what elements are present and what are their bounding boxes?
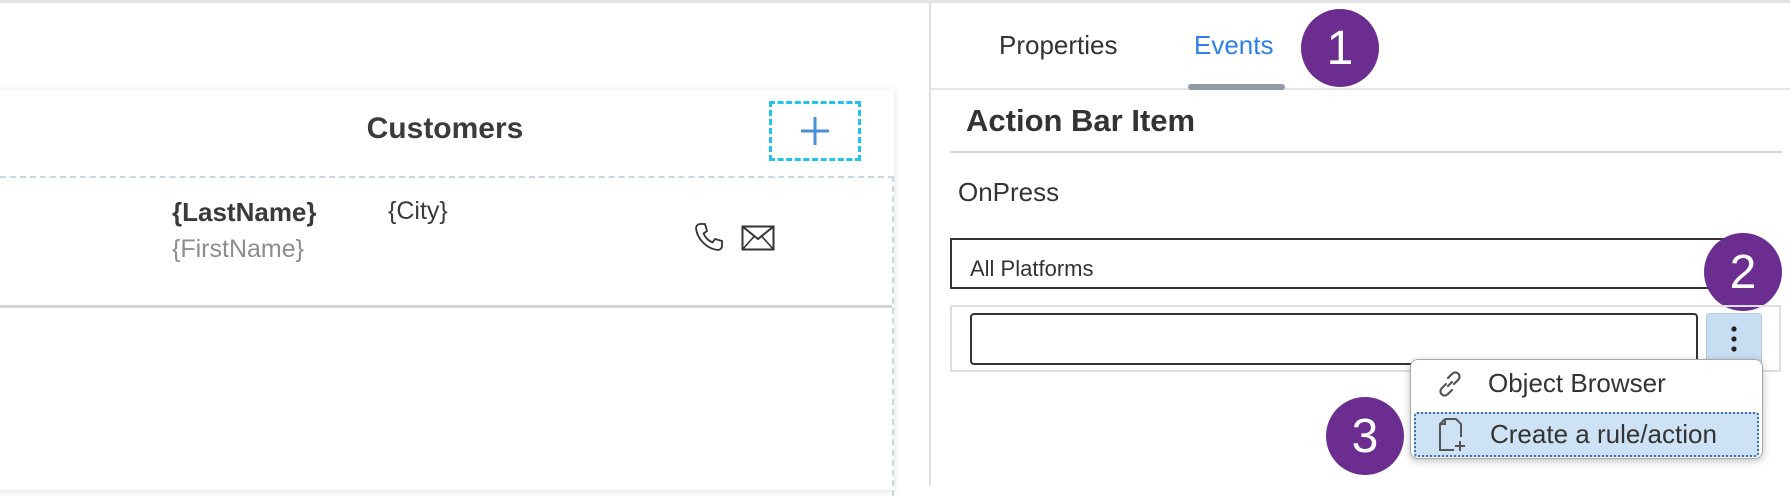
callout-badge-2: 2: [1704, 233, 1782, 311]
event-label: OnPress: [958, 177, 1060, 207]
section-title: Action Bar Item: [966, 103, 1196, 138]
menu-item-object-browser[interactable]: Object Browser: [1414, 361, 1759, 406]
tab-events[interactable]: Events: [1194, 30, 1274, 61]
link-icon: [1430, 366, 1470, 402]
top-divider: [0, 0, 1790, 3]
platform-select-value: All Platforms: [970, 256, 1094, 281]
action-input[interactable]: [970, 313, 1698, 365]
list-item-lastname: {LastName}: [172, 197, 317, 227]
active-tab-indicator: [1188, 84, 1285, 90]
menu-item-label: Object Browser: [1488, 368, 1666, 398]
list-item-city: {City}: [388, 197, 448, 225]
callout-badge-1: 1: [1301, 9, 1379, 87]
section-divider: [950, 151, 1782, 153]
phone-icon[interactable]: [693, 221, 725, 258]
callout-badge-3: 3: [1326, 397, 1404, 475]
more-options-button[interactable]: [1706, 313, 1762, 365]
page-title: Customers: [366, 112, 524, 145]
menu-item-create-rule-action[interactable]: Create a rule/action: [1414, 412, 1759, 457]
tab-properties[interactable]: Properties: [999, 30, 1118, 61]
add-action-bar-item-button[interactable]: [769, 101, 861, 161]
list-item-firstname: {FirstName}: [172, 235, 304, 263]
new-file-icon: [1432, 417, 1472, 453]
platform-select[interactable]: All Platforms: [950, 238, 1760, 289]
pane-divider: [929, 3, 931, 486]
kebab-icon: [1731, 326, 1737, 352]
menu-item-label: Create a rule/action: [1490, 419, 1717, 449]
list-row-divider: [0, 305, 892, 308]
tabs-divider: [931, 88, 1790, 90]
plus-icon: [801, 117, 829, 145]
mail-icon[interactable]: [741, 225, 775, 256]
